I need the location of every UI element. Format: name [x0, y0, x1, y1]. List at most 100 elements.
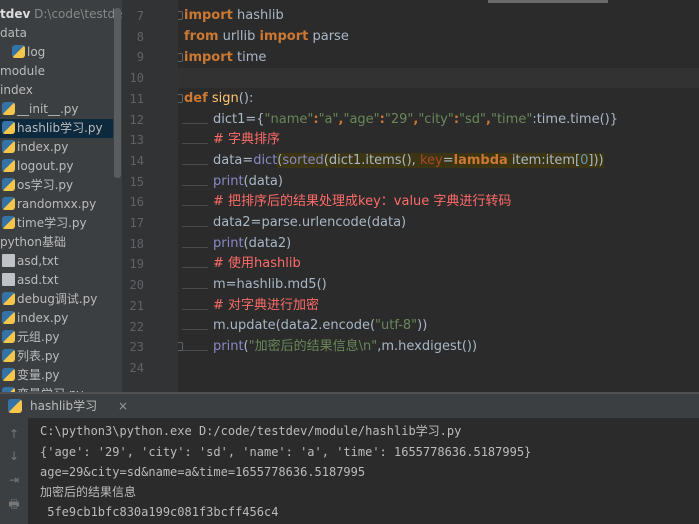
line-number: 9: [136, 50, 144, 65]
tree-item-label: index: [0, 83, 33, 97]
tree-item[interactable]: debug调试.py: [0, 290, 97, 309]
run-tab[interactable]: hashlib学习: [8, 394, 97, 418]
tree-item-label: python基础: [0, 235, 66, 249]
indent-guide: [182, 267, 208, 268]
python-file-icon: [8, 399, 22, 413]
code-line-23[interactable]: print("加密后的结果信息\n",m.hexdigest()): [213, 337, 477, 357]
tree-item-label: index.py: [17, 311, 69, 325]
tree-item[interactable]: logout.py: [0, 157, 73, 176]
code-line-12[interactable]: dict1={"name":"a","age":"29","city":"sd"…: [213, 110, 618, 130]
tree-item[interactable]: module: [0, 62, 45, 81]
python-file-icon: [2, 140, 15, 153]
tree-item[interactable]: randomxx.py: [0, 195, 96, 214]
python-file-icon: [2, 311, 15, 324]
text-file-icon: [2, 273, 15, 286]
python-file-icon: [2, 178, 15, 191]
tree-item[interactable]: asd.txt: [0, 271, 59, 290]
tree-item-label: 变量.py: [17, 368, 60, 382]
code-line-17[interactable]: data2=parse.urlencode(data): [213, 213, 406, 233]
python-file-icon: [2, 159, 15, 172]
tree-item[interactable]: time学习.py: [0, 214, 87, 233]
tree-item-label: data: [0, 26, 28, 40]
fold-marker[interactable]: [178, 94, 183, 103]
indent-guide: [182, 226, 208, 227]
run-toolbar: ↑ ↓ ⇥ 🖶: [0, 418, 28, 524]
tree-item[interactable]: index.py: [0, 138, 68, 157]
tree-item[interactable]: 元组.py: [0, 328, 60, 347]
scroll-up-icon[interactable]: ↑: [6, 426, 22, 442]
line-number: 8: [136, 29, 144, 44]
tree-item-label: 元组.py: [17, 330, 60, 344]
code-line-7[interactable]: import hashlib: [184, 6, 284, 26]
line-number: 10: [129, 71, 144, 86]
text-file-icon: [2, 254, 15, 267]
code-line-11[interactable]: def sign():: [184, 89, 253, 109]
line-number: 14: [129, 153, 144, 168]
tree-item-label: os学习.py: [17, 178, 74, 192]
run-panel-header: hashlib学习 ×: [0, 394, 699, 418]
python-file-icon: [2, 368, 15, 381]
tree-item[interactable]: 列表.py: [0, 347, 60, 366]
tree-item[interactable]: asd,txt: [0, 252, 59, 271]
line-number: 22: [129, 319, 144, 334]
code-line-22[interactable]: m.update(data2.encode("utf-8")): [213, 316, 427, 336]
code-line-21[interactable]: # 对字典进行加密: [213, 296, 319, 316]
line-number: 15: [129, 174, 144, 189]
tree-item-label: module: [0, 64, 45, 78]
tree-item[interactable]: data: [0, 24, 27, 43]
code-editor[interactable]: import hashlib from urllib import parse …: [178, 0, 699, 392]
code-line-19[interactable]: # 使用hashlib: [213, 254, 301, 274]
tree-item[interactable]: __init__.py: [0, 100, 79, 119]
code-line-14[interactable]: data=dict(sorted(dict1.items(), key=lamb…: [213, 151, 604, 171]
indent-guide: [182, 288, 208, 289]
tree-item-label: randomxx.py: [17, 197, 97, 211]
tree-item[interactable]: hashlib学习.py: [0, 119, 113, 138]
line-number: 11: [129, 91, 144, 106]
python-file-icon: [12, 45, 25, 58]
run-console[interactable]: C:\python3\python.exe D:/code/testdev/mo…: [28, 418, 699, 524]
code-line-20[interactable]: m=hashlib.md5(): [213, 275, 327, 295]
code-line-8[interactable]: from urllib import parse: [184, 27, 349, 47]
indent-guide: [182, 350, 208, 351]
tree-item-label: debug调试.py: [17, 292, 98, 306]
scroll-down-icon[interactable]: ↓: [6, 448, 22, 464]
editor-tab-strip: [488, 0, 608, 3]
code-line-9[interactable]: import time: [184, 48, 266, 68]
tree-item[interactable]: index.py: [0, 309, 68, 328]
tree-item-label: time学习.py: [17, 216, 87, 230]
fold-marker[interactable]: [178, 11, 183, 20]
code-line-13[interactable]: # 字典排序: [213, 130, 280, 150]
indent-guide: [182, 123, 208, 124]
indent-guide: [182, 309, 208, 310]
tree-item[interactable]: log: [0, 43, 45, 62]
tree-scrollbar[interactable]: [114, 8, 121, 178]
current-line-highlight: [178, 68, 699, 88]
indent-guide: [182, 329, 208, 330]
python-file-icon: [2, 197, 15, 210]
line-number: 21: [129, 298, 144, 313]
soft-wrap-icon[interactable]: ⇥: [6, 472, 22, 488]
python-file-icon: [2, 216, 15, 229]
tree-item-label: __init__.py: [17, 102, 79, 116]
fold-marker[interactable]: [178, 53, 183, 62]
project-tree: tdev D:\code\testdev data log module index _…: [0, 0, 122, 392]
code-line-18[interactable]: print(data2): [213, 234, 291, 254]
python-file-icon: [2, 330, 15, 343]
line-number: 7: [136, 9, 144, 23]
tree-item-label: logout.py: [17, 159, 74, 173]
python-file-icon: [2, 349, 15, 362]
print-icon[interactable]: 🖶: [6, 496, 22, 512]
code-line-16[interactable]: # 把排序后的结果处理成key：value 字典进行转码: [213, 192, 511, 212]
console-line: {'age': '29', 'city': 'sd', 'name': 'a',…: [40, 445, 532, 459]
tree-item[interactable]: 变量学习.py: [0, 385, 84, 392]
code-line-15[interactable]: print(data): [213, 172, 283, 192]
tree-item[interactable]: 变量.py: [0, 366, 60, 385]
tree-item[interactable]: os学习.py: [0, 176, 73, 195]
close-icon[interactable]: ×: [118, 394, 128, 418]
console-line: 5fe9cb1bfc830a199c081f3bcff456c4: [40, 505, 279, 519]
project-root[interactable]: tdev D:\code\testdev: [0, 5, 122, 24]
console-line: 加密后的结果信息: [40, 485, 137, 499]
tree-item[interactable]: index: [0, 81, 33, 100]
line-number: 24: [129, 360, 144, 375]
tree-item[interactable]: python基础: [0, 233, 66, 252]
